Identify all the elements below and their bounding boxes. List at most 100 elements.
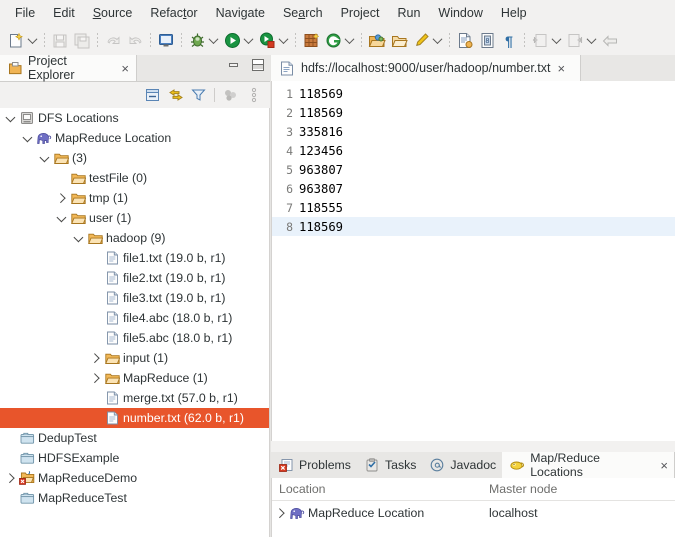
- debug-icon[interactable]: [187, 31, 207, 51]
- tree-item-mapreduce[interactable]: MapReduce Location: [0, 128, 269, 148]
- tree-item-file5.abc[interactable]: file5.abc (18.0 b, r1): [0, 328, 269, 348]
- tree-item-dfs[interactable]: DFS Locations: [0, 108, 269, 128]
- previous-annotation-dropdown-arrow[interactable]: [551, 31, 562, 51]
- tab-project-explorer[interactable]: Project Explorer ×: [0, 54, 137, 82]
- editor-line[interactable]: 3 335816: [272, 122, 675, 141]
- open-type-icon[interactable]: [367, 31, 387, 51]
- menu-file[interactable]: File: [6, 3, 44, 23]
- tab-problems[interactable]: Problems: [271, 452, 357, 478]
- tree-item-file3.txt[interactable]: file3.txt (19.0 b, r1): [0, 288, 269, 308]
- coverage-icon[interactable]: [257, 31, 277, 51]
- new-java-file-icon[interactable]: [455, 31, 475, 51]
- tree-item-hdfsexample[interactable]: HDFSExample: [0, 448, 269, 468]
- project-explorer-toolbar: [0, 82, 270, 109]
- tree-item-3[interactable]: (3): [0, 148, 269, 168]
- toolbar-separator-6: [361, 33, 362, 48]
- filter-icon[interactable]: [188, 85, 209, 105]
- new-wizard-icon[interactable]: [6, 31, 26, 51]
- back-icon: [600, 31, 620, 51]
- debug-dropdown-arrow[interactable]: [208, 31, 219, 51]
- tree-item-input[interactable]: input (1): [0, 348, 269, 368]
- editor-line[interactable]: 1 118569: [272, 84, 675, 103]
- tab-close-icon[interactable]: ×: [660, 459, 668, 472]
- collapse-all-icon[interactable]: [142, 85, 163, 105]
- folder-icon: [52, 150, 70, 166]
- chevron-right-icon[interactable]: [55, 188, 69, 208]
- tree-item-user[interactable]: user (1): [0, 208, 269, 228]
- open-task-icon[interactable]: [389, 31, 409, 51]
- chevron-down-icon[interactable]: [4, 108, 18, 128]
- dfs-locations-tree[interactable]: DFS Locations MapReduce Location (3) testFi…: [0, 108, 270, 537]
- menu-run[interactable]: Run: [388, 3, 429, 23]
- tree-item-file1.txt[interactable]: file1.txt (19.0 b, r1): [0, 248, 269, 268]
- tree-item-mapreducetest[interactable]: MapReduceTest: [0, 488, 269, 508]
- menu-help[interactable]: Help: [492, 3, 536, 23]
- tab-number-txt-close-icon[interactable]: ×: [557, 62, 565, 75]
- tree-item-number.txt[interactable]: number.txt (62.0 b, r1): [0, 408, 269, 428]
- tab-number-txt[interactable]: hdfs://localhost:9000/user/hadoop/number…: [271, 55, 581, 81]
- maximize-icon[interactable]: [252, 59, 264, 71]
- editor-line[interactable]: 4 123456: [272, 141, 675, 160]
- menu-edit[interactable]: Edit: [44, 3, 84, 23]
- chevron-right-icon[interactable]: [89, 368, 103, 388]
- new-class-icon[interactable]: [323, 31, 343, 51]
- skip-breakpoints-dropdown-arrow[interactable]: [432, 31, 443, 51]
- chevron-down-icon[interactable]: [55, 208, 69, 228]
- tree-item-file2.txt[interactable]: file2.txt (19.0 b, r1): [0, 268, 269, 288]
- chevron-right-icon[interactable]: [274, 503, 288, 523]
- column-header-location[interactable]: Location: [272, 482, 487, 496]
- tree-item-merge.txt[interactable]: merge.txt (57.0 b, r1): [0, 388, 269, 408]
- tree-item-label: testFile (0): [89, 171, 148, 185]
- coverage-dropdown-arrow[interactable]: [278, 31, 289, 51]
- editor-line[interactable]: 2 118569: [272, 103, 675, 122]
- editor-line[interactable]: 5 963807: [272, 160, 675, 179]
- tree-item-deduptest[interactable]: DedupTest: [0, 428, 269, 448]
- tree-item-file4.abc[interactable]: file4.abc (18.0 b, r1): [0, 308, 269, 328]
- chevron-down-icon[interactable]: [21, 128, 35, 148]
- skip-breakpoints-icon[interactable]: [411, 31, 431, 51]
- run-dropdown-arrow[interactable]: [243, 31, 254, 51]
- editor-line[interactable]: 7 118555: [272, 198, 675, 217]
- line-number: 3: [286, 124, 293, 139]
- view-menu-chevron-icon[interactable]: [243, 85, 264, 105]
- pilcrow-icon[interactable]: ¶: [499, 31, 519, 51]
- chevron-right-icon[interactable]: [4, 468, 18, 488]
- tree-item-testfile[interactable]: testFile (0): [0, 168, 269, 188]
- view-toolbar-separator: [214, 88, 215, 102]
- link-with-editor-icon[interactable]: [165, 85, 186, 105]
- tree-item-mapreduce[interactable]: MapReduce (1): [0, 368, 269, 388]
- menu-project[interactable]: Project: [332, 3, 389, 23]
- tree-item-mapreducedemo[interactable]: MapReduceDemo: [0, 468, 269, 488]
- run-icon[interactable]: [222, 31, 242, 51]
- column-header-master-node[interactable]: Master node: [487, 482, 557, 496]
- new-java-project-icon[interactable]: [301, 31, 321, 51]
- view-menu-icon[interactable]: [220, 85, 241, 105]
- menu-refactor[interactable]: Refactor: [141, 3, 206, 23]
- chevron-down-icon[interactable]: [38, 148, 52, 168]
- chevron-down-icon[interactable]: [72, 228, 86, 248]
- minimize-icon[interactable]: [228, 60, 240, 71]
- tree-item-hadoop[interactable]: hadoop (9): [0, 228, 269, 248]
- editor-line[interactable]: 8 118569: [272, 217, 675, 236]
- editor-text-area[interactable]: 1 118569 2 118569 3 335816 4 123456 5 963807 6 9638…: [271, 81, 675, 441]
- table-cell-master-node: localhost: [489, 506, 538, 520]
- new-wizard-dropdown-arrow[interactable]: [27, 31, 38, 51]
- new-class-dropdown-arrow[interactable]: [344, 31, 355, 51]
- table-row[interactable]: MapReduce Location localhost: [272, 501, 675, 525]
- menu-search[interactable]: Search: [274, 3, 332, 23]
- next-annotation-dropdown-arrow[interactable]: [586, 31, 597, 51]
- menu-source[interactable]: Source: [84, 3, 142, 23]
- tab-tasks[interactable]: Tasks: [357, 452, 422, 478]
- menu-window[interactable]: Window: [429, 3, 491, 23]
- tab-project-explorer-close-icon[interactable]: ×: [121, 62, 129, 75]
- tab-map-reduce-locations[interactable]: Map/Reduce Locations ×: [502, 451, 675, 479]
- console-icon[interactable]: [156, 31, 176, 51]
- tree-item-tmp[interactable]: tmp (1): [0, 188, 269, 208]
- new-annotation-icon[interactable]: 8: [477, 31, 497, 51]
- editor-line[interactable]: 6 963807: [272, 179, 675, 198]
- chevron-right-icon[interactable]: [89, 348, 103, 368]
- tab-javadoc[interactable]: Javadoc: [422, 452, 502, 478]
- menu-source-mnemonic: S: [92, 6, 102, 20]
- menu-navigate[interactable]: Navigate: [207, 3, 274, 23]
